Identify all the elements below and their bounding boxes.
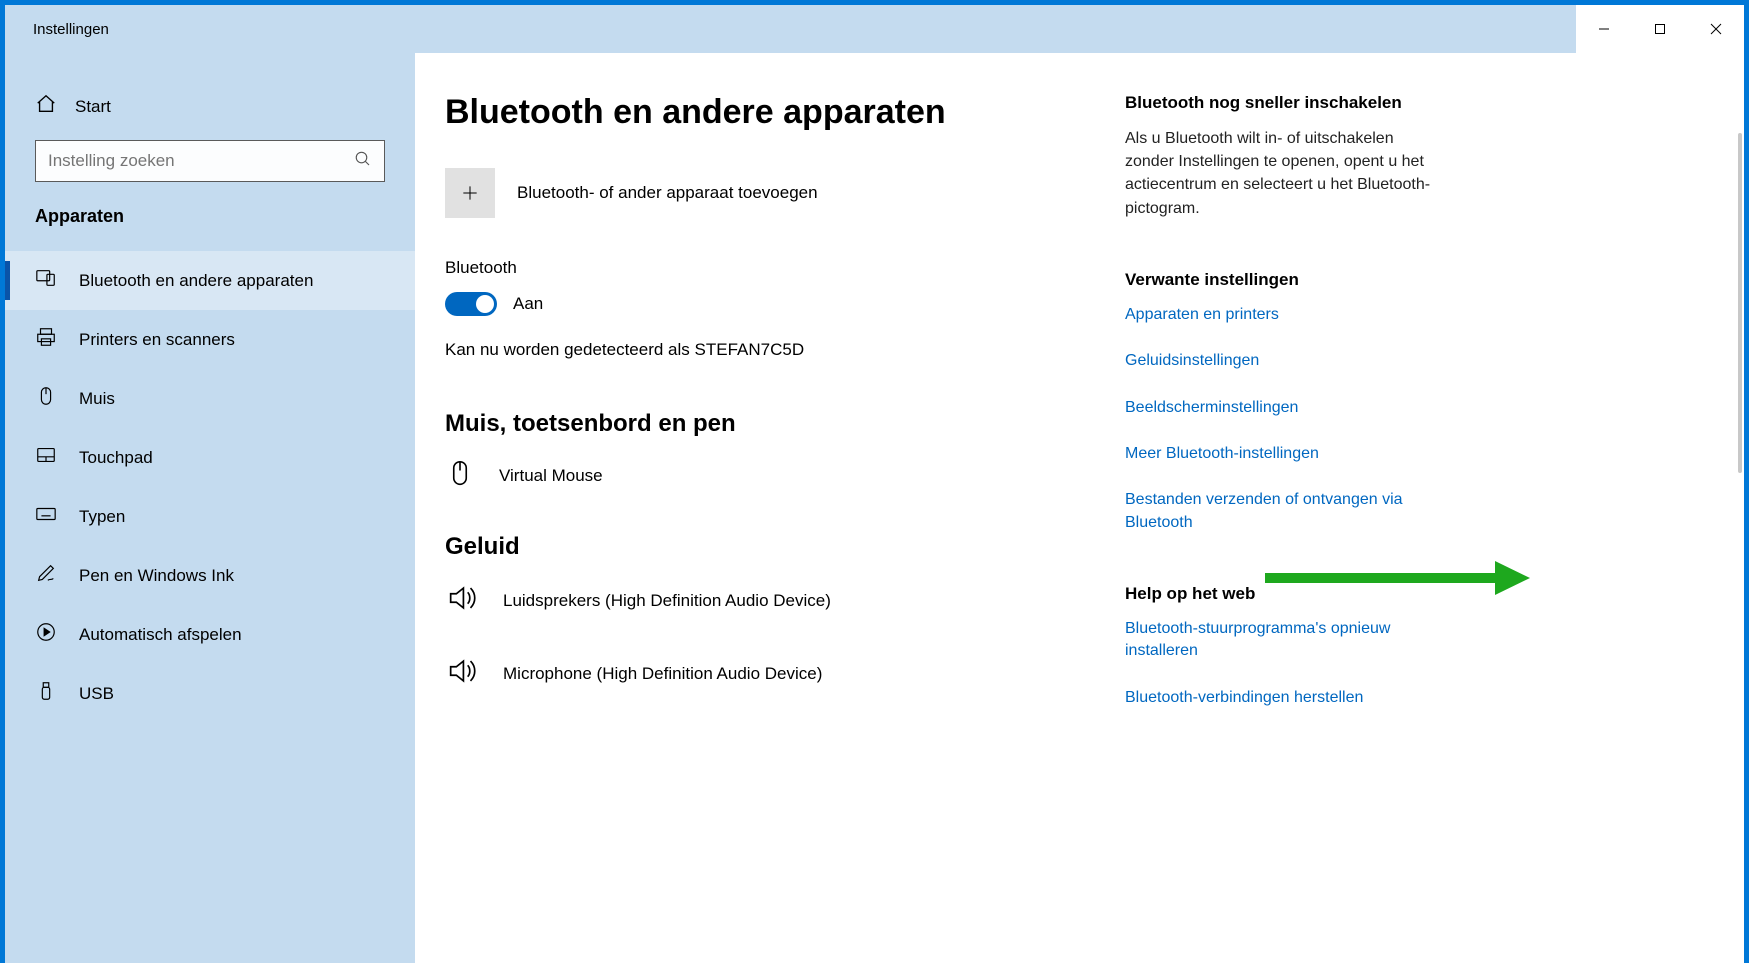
- bluetooth-toggle-row: Aan: [445, 292, 1085, 316]
- home-button[interactable]: Start: [5, 83, 415, 140]
- aside-column: Bluetooth nog sneller inschakelen Als u …: [1125, 93, 1445, 963]
- link-display-settings[interactable]: Beeldscherminstellingen: [1125, 397, 1445, 419]
- link-reinstall-drivers[interactable]: Bluetooth-stuurprogramma's opnieuw insta…: [1125, 618, 1445, 663]
- sidebar-section-title: Apparaten: [5, 206, 415, 251]
- pen-icon: [35, 562, 57, 589]
- sidebar-item-label: Pen en Windows Ink: [79, 566, 234, 586]
- sidebar-item-typing[interactable]: Typen: [5, 487, 415, 546]
- sidebar-item-usb[interactable]: USB: [5, 664, 415, 723]
- nav-list: Bluetooth en andere apparaten Printers e…: [5, 251, 415, 723]
- link-devices-printers[interactable]: Apparaten en printers: [1125, 304, 1445, 326]
- titlebar: Instellingen: [5, 5, 1744, 53]
- mouse-icon: [445, 458, 475, 493]
- sidebar-item-touchpad[interactable]: Touchpad: [5, 428, 415, 487]
- sidebar-item-mouse[interactable]: Muis: [5, 369, 415, 428]
- sidebar: Start Apparaten Bluetooth en andere appa…: [5, 53, 415, 963]
- sidebar-item-label: Bluetooth en andere apparaten: [79, 271, 313, 291]
- related-heading: Verwante instellingen: [1125, 270, 1445, 290]
- plus-icon: [445, 168, 495, 218]
- bluetooth-toggle[interactable]: [445, 292, 497, 316]
- window-body: Start Apparaten Bluetooth en andere appa…: [5, 53, 1744, 963]
- search-input[interactable]: [48, 151, 354, 171]
- sidebar-item-autoplay[interactable]: Automatisch afspelen: [5, 605, 415, 664]
- device-label: Luidsprekers (High Definition Audio Devi…: [503, 591, 831, 611]
- link-sound-settings[interactable]: Geluidsinstellingen: [1125, 350, 1445, 372]
- autoplay-icon: [35, 621, 57, 648]
- add-device-label: Bluetooth- of ander apparaat toevoegen: [517, 183, 818, 203]
- tip-body: Als u Bluetooth wilt in- of uitschakelen…: [1125, 127, 1445, 220]
- mouse-icon: [35, 385, 57, 412]
- settings-window: Instellingen Start Apparaten: [5, 5, 1744, 963]
- maximize-button[interactable]: [1632, 5, 1688, 53]
- device-microphone[interactable]: Microphone (High Definition Audio Device…: [445, 654, 1085, 693]
- discoverable-text: Kan nu worden gedetecteerd als STEFAN7C5…: [445, 340, 1085, 360]
- related-links: Apparaten en printers Geluidsinstellinge…: [1125, 304, 1445, 534]
- add-device-button[interactable]: Bluetooth- of ander apparaat toevoegen: [445, 168, 1085, 218]
- tip-heading: Bluetooth nog sneller inschakelen: [1125, 93, 1445, 113]
- link-fix-connections[interactable]: Bluetooth-verbindingen herstellen: [1125, 687, 1445, 709]
- scrollbar[interactable]: [1738, 133, 1742, 473]
- sidebar-item-label: Touchpad: [79, 448, 153, 468]
- sidebar-item-label: Printers en scanners: [79, 330, 235, 350]
- bluetooth-state: Aan: [513, 294, 543, 314]
- help-heading: Help op het web: [1125, 584, 1445, 604]
- sidebar-item-label: Muis: [79, 389, 115, 409]
- home-icon: [35, 93, 57, 120]
- search-container: [5, 140, 415, 206]
- printer-icon: [35, 326, 57, 353]
- mouse-section-heading: Muis, toetsenbord en pen: [445, 410, 1085, 438]
- window-controls: [1576, 5, 1744, 53]
- device-label: Microphone (High Definition Audio Device…: [503, 664, 822, 684]
- sidebar-item-label: USB: [79, 684, 114, 704]
- bluetooth-label: Bluetooth: [445, 258, 1085, 278]
- help-links: Bluetooth-stuurprogramma's opnieuw insta…: [1125, 618, 1445, 709]
- sidebar-item-printers[interactable]: Printers en scanners: [5, 310, 415, 369]
- speaker-icon: [445, 654, 479, 693]
- keyboard-icon: [35, 503, 57, 530]
- speaker-icon: [445, 581, 479, 620]
- sidebar-item-label: Automatisch afspelen: [79, 625, 242, 645]
- touchpad-icon: [35, 444, 57, 471]
- home-label: Start: [75, 97, 111, 117]
- sidebar-item-pen[interactable]: Pen en Windows Ink: [5, 546, 415, 605]
- devices-icon: [35, 267, 57, 294]
- sidebar-item-label: Typen: [79, 507, 125, 527]
- close-button[interactable]: [1688, 5, 1744, 53]
- content-column: Bluetooth en andere apparaten Bluetooth-…: [445, 93, 1125, 963]
- device-virtual-mouse[interactable]: Virtual Mouse: [445, 458, 1085, 493]
- device-speakers[interactable]: Luidsprekers (High Definition Audio Devi…: [445, 581, 1085, 620]
- link-more-bluetooth[interactable]: Meer Bluetooth-instellingen: [1125, 443, 1445, 465]
- sound-section-heading: Geluid: [445, 533, 1085, 561]
- search-box[interactable]: [35, 140, 385, 182]
- link-send-receive-bluetooth[interactable]: Bestanden verzenden of ontvangen via Blu…: [1125, 489, 1445, 534]
- device-label: Virtual Mouse: [499, 466, 603, 486]
- minimize-button[interactable]: [1576, 5, 1632, 53]
- sidebar-item-bluetooth[interactable]: Bluetooth en andere apparaten: [5, 251, 415, 310]
- main-content: Bluetooth en andere apparaten Bluetooth-…: [415, 53, 1744, 963]
- search-icon: [354, 150, 372, 173]
- window-title: Instellingen: [33, 21, 109, 38]
- page-title: Bluetooth en andere apparaten: [445, 93, 1085, 132]
- usb-icon: [35, 680, 57, 707]
